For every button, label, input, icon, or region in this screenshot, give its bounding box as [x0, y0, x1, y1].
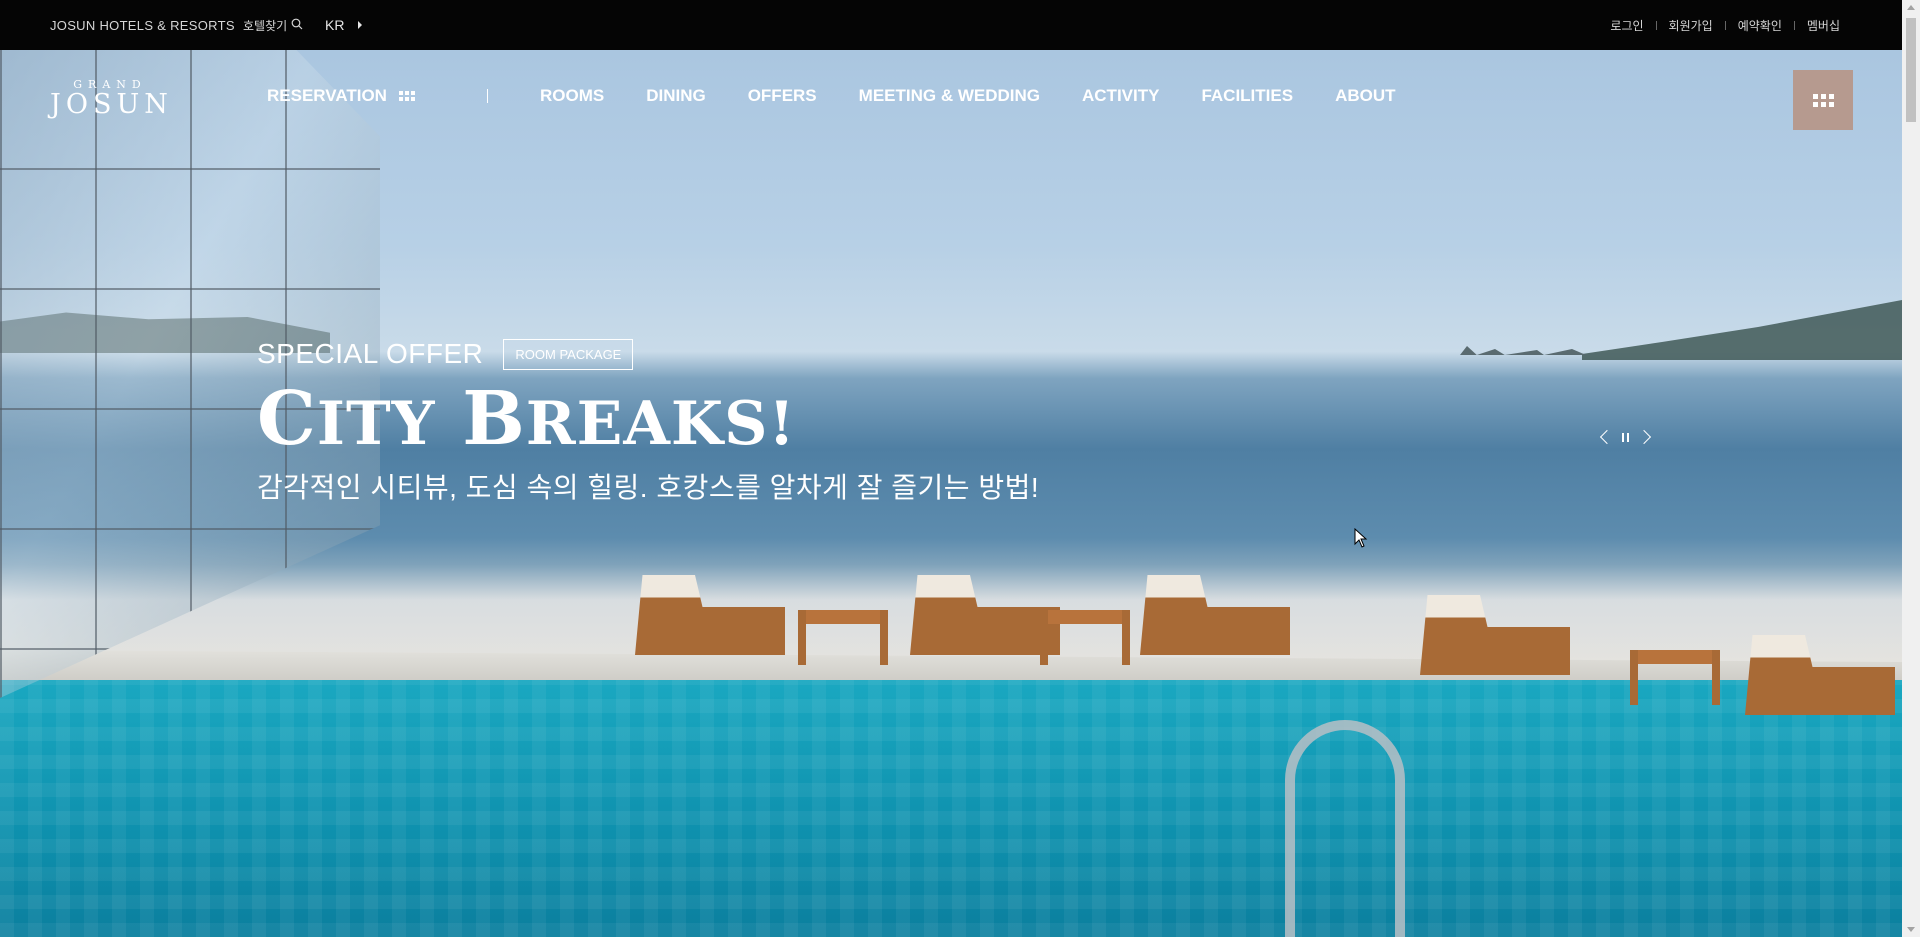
page: JOSUN HOTELS & RESORTS 호텔찾기 KR 로그인 회원가입 … [0, 0, 1920, 937]
hero-scenery [1460, 346, 1586, 355]
chevron-left-icon[interactable] [1599, 429, 1615, 445]
divider [1724, 20, 1726, 30]
promo-headline[interactable]: CITY BREAKS! [257, 376, 1039, 462]
nav-item-facilities[interactable]: FACILITIES [1201, 86, 1293, 106]
grid-dots-icon [398, 91, 415, 101]
vertical-scrollbar[interactable] [1902, 0, 1920, 937]
reservation-menu[interactable]: RESERVATION [267, 86, 415, 106]
nav-item-rooms[interactable]: ROOMS [540, 86, 604, 106]
sun-lounger [910, 575, 1060, 655]
grid-menu-icon [1812, 93, 1834, 107]
pool-ladder [1285, 720, 1405, 937]
sun-lounger [1140, 575, 1290, 655]
pause-icon[interactable] [1622, 432, 1629, 442]
promo-subtitle: 감각적인 시티뷰, 도심 속의 힐링. 호캉스를 알차게 잘 즐기는 방법! [257, 472, 1040, 503]
main-navigation: RESERVATION ROOMS DINING OFFERS MEETING … [267, 86, 1438, 106]
nav-divider [486, 89, 488, 103]
language-selector[interactable]: KR [325, 17, 363, 33]
sun-lounger [635, 575, 785, 655]
nav-item-activity[interactable]: ACTIVITY [1082, 86, 1159, 106]
mouse-cursor-icon [1354, 528, 1368, 548]
find-hotel-label: 호텔찾기 [243, 18, 288, 33]
headline-part: REAKS! [525, 389, 796, 459]
membership-link[interactable]: 멤버십 [1807, 17, 1840, 34]
hero-promo: SPECIAL OFFER ROOM PACKAGE CITY BREAKS! … [257, 338, 1039, 506]
signup-link[interactable]: 회원가입 [1669, 17, 1713, 34]
sun-lounger [1745, 635, 1895, 715]
find-hotel-link[interactable]: 호텔찾기 [243, 17, 303, 34]
all-menu-button[interactable] [1793, 70, 1853, 130]
sun-lounger [1420, 595, 1570, 675]
infinity-pool [0, 680, 1902, 937]
scroll-up-icon[interactable] [1907, 5, 1915, 10]
side-table [1630, 650, 1720, 705]
reservation-label: RESERVATION [267, 86, 387, 105]
scrollbar-thumb[interactable] [1906, 18, 1916, 122]
reservation-check-link[interactable]: 예약확인 [1738, 17, 1782, 34]
divider [1793, 20, 1795, 30]
slider-controls [1599, 429, 1652, 445]
headline-part: B [462, 376, 526, 462]
nav-item-dining[interactable]: DINING [646, 86, 706, 106]
promo-eyebrow: SPECIAL OFFER [257, 338, 484, 369]
hero-scenery [1582, 300, 1902, 360]
divider [1655, 20, 1657, 30]
top-utility-bar: JOSUN HOTELS & RESORTS 호텔찾기 KR 로그인 회원가입 … [0, 0, 1902, 50]
side-table [1040, 610, 1130, 665]
nav-item-about[interactable]: ABOUT [1335, 86, 1395, 106]
group-brand-link[interactable]: JOSUN HOTELS & RESORTS [50, 18, 235, 33]
headline-part: ITY [316, 389, 436, 459]
chevron-right-icon[interactable] [1636, 429, 1652, 445]
logo-line2: JOSUN [50, 89, 173, 120]
login-link[interactable]: 로그인 [1610, 17, 1643, 34]
headline-part: C [257, 376, 317, 462]
promo-tag[interactable]: ROOM PACKAGE [503, 338, 634, 370]
scroll-down-icon[interactable] [1907, 927, 1915, 932]
grand-josun-logo[interactable]: GRAND JOSUN [50, 78, 170, 119]
caret-right-icon [358, 21, 363, 29]
nav-item-meeting-wedding[interactable]: MEETING & WEDDING [859, 86, 1040, 106]
search-icon [291, 18, 303, 33]
language-label: KR [325, 17, 345, 33]
utility-links: 로그인 회원가입 예약확인 멤버십 [1610, 17, 1840, 34]
nav-item-offers[interactable]: OFFERS [748, 86, 817, 106]
side-table [798, 610, 888, 665]
